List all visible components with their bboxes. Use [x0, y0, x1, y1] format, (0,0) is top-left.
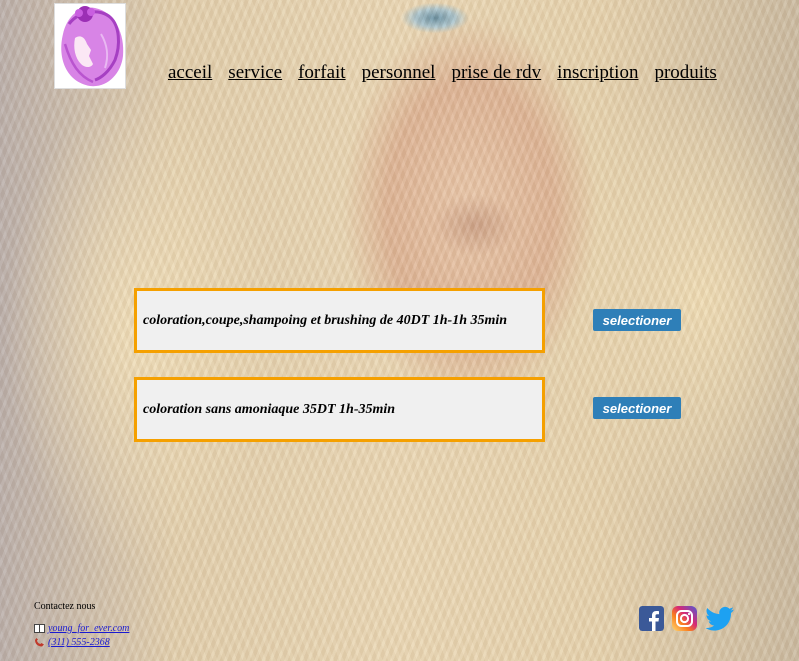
facebook-icon[interactable] [639, 606, 664, 631]
nav-link-forfait[interactable]: forfait [298, 62, 345, 84]
contact-phone-link[interactable]: (311) 555-2368 [34, 637, 110, 648]
book-icon [34, 624, 45, 633]
nav-link-service[interactable]: service [228, 62, 282, 84]
nav-link-produits[interactable]: produits [654, 62, 716, 84]
offer-box-2: coloration sans amoniaque 35DT 1h-35min [134, 377, 545, 442]
twitter-icon[interactable] [705, 606, 735, 631]
nav-link-acceil[interactable]: acceil [168, 62, 212, 84]
nav-link-inscription[interactable]: inscription [557, 62, 638, 84]
contact-email-link[interactable]: young_for_ever.com [34, 623, 129, 634]
main-nav: acceil service forfait personnel prise d… [168, 62, 717, 84]
phone-icon [35, 638, 44, 647]
contact-title: Contactez nous [34, 601, 96, 612]
offer-text-1: coloration,coupe,shampoing et brushing d… [143, 312, 508, 328]
contact-email: young_for_ever.com [48, 623, 130, 634]
salon-logo[interactable] [54, 3, 126, 89]
select-offer-2-button[interactable]: selectioner [593, 397, 681, 419]
select-offer-1-button[interactable]: selectioner [593, 309, 681, 331]
nav-link-prise-de-rdv[interactable]: prise de rdv [451, 62, 541, 84]
nav-link-personnel[interactable]: personnel [362, 62, 436, 84]
contact-phone: (311) 555-2368 [48, 637, 110, 648]
instagram-icon[interactable] [672, 606, 697, 631]
offer-text-2: coloration sans amoniaque 35DT 1h-35min [143, 401, 396, 417]
offer-box-1: coloration,coupe,shampoing et brushing d… [134, 288, 545, 353]
